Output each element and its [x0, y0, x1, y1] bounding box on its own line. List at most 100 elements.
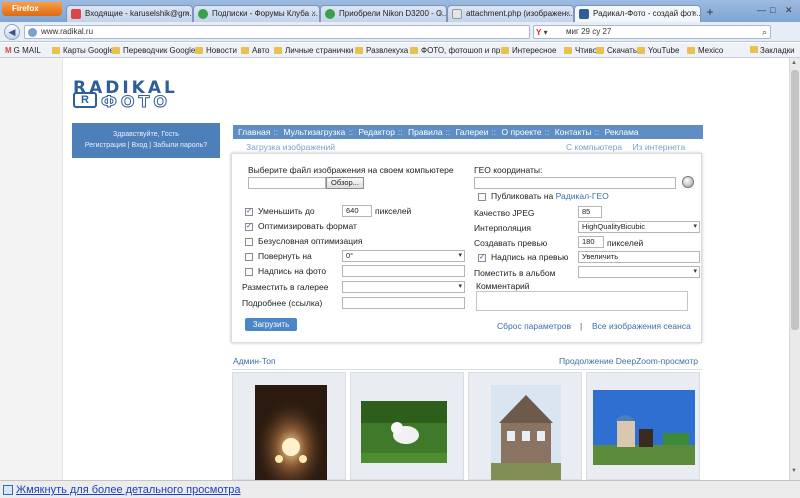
preview-caption-input[interactable]: Увеличить: [578, 251, 700, 263]
preview-caption-checkbox[interactable]: ✓: [478, 254, 486, 262]
tab-radikal[interactable]: Радикал-Фото - создай фот... ×: [574, 5, 701, 22]
tab-forum-subscriptions[interactable]: Подписки - Форумы Клуба ... ×: [193, 5, 320, 22]
gallery-item[interactable]: [468, 372, 583, 481]
publish-checkbox[interactable]: [478, 193, 486, 201]
maximize-icon[interactable]: □: [770, 5, 775, 15]
reduce-size-input[interactable]: 640: [342, 205, 372, 217]
bookmark-youtube[interactable]: YouTube: [637, 45, 679, 56]
scroll-up-icon[interactable]: ▲: [791, 60, 797, 66]
site-identity-icon[interactable]: [28, 28, 37, 37]
nav-galleries[interactable]: Галереи: [456, 127, 489, 137]
cat-on-grass-photo[interactable]: [351, 373, 465, 481]
reset-params-link[interactable]: Сброс параметров: [497, 321, 571, 331]
bookmark-personal-pages[interactable]: Личные странички: [274, 45, 353, 56]
chandelier-photo[interactable]: [233, 373, 347, 481]
scrollbar-thumb[interactable]: [791, 70, 799, 330]
close-icon[interactable]: ×: [438, 6, 443, 22]
rotate-select[interactable]: 0°: [342, 250, 465, 262]
nav-editor[interactable]: Редактор: [358, 127, 395, 137]
close-icon[interactable]: ×: [311, 6, 316, 22]
bookmark-gmail[interactable]: MG MAIL: [5, 45, 41, 56]
scroll-down-icon[interactable]: ▼: [791, 468, 797, 474]
tab-nikon[interactable]: Приобрели Nikon D3200 - С... ×: [320, 5, 447, 22]
chapel-photo[interactable]: [587, 373, 701, 481]
bookmark-label: Новости: [206, 46, 237, 55]
gallery-select[interactable]: [342, 281, 465, 293]
nav-home[interactable]: Главная: [238, 127, 270, 137]
folder-icon: [355, 47, 363, 54]
bookmark-google-maps[interactable]: Карты Google: [52, 45, 114, 56]
search-engine-icon[interactable]: Y ▾: [536, 27, 548, 39]
admin-top-link[interactable]: Админ-Топ: [233, 356, 276, 366]
bookmark-interesting[interactable]: Интересное: [501, 45, 556, 56]
bookmark-news[interactable]: Новости: [195, 45, 237, 56]
browse-button[interactable]: Обзор...: [326, 177, 364, 189]
tab-from-computer[interactable]: С компьютера: [566, 142, 622, 152]
bookmark-mexico[interactable]: Mexico: [687, 45, 723, 56]
search-icon[interactable]: ⌕: [762, 26, 767, 38]
file-path-field[interactable]: [248, 177, 326, 189]
login-link[interactable]: Вход: [132, 142, 148, 149]
wooden-house-photo[interactable]: [469, 373, 583, 481]
close-icon[interactable]: ×: [692, 6, 697, 22]
gallery-item[interactable]: [586, 372, 700, 480]
firefox-menu-button[interactable]: Firefox: [2, 2, 62, 16]
new-tab-button[interactable]: +: [701, 5, 719, 21]
caption-input[interactable]: [342, 265, 465, 277]
album-label: Поместить в альбом: [474, 268, 556, 278]
register-link[interactable]: Регистрация: [85, 142, 126, 149]
gallery-more-link[interactable]: Продолжение: [559, 356, 613, 366]
minimize-icon[interactable]: —: [757, 5, 766, 15]
preview-size-input[interactable]: 180: [578, 236, 604, 248]
bookmark-photo[interactable]: ФОТО, фотошоп и пр.: [410, 45, 503, 56]
tab-attachment[interactable]: attachment.php (изображен... ×: [447, 5, 574, 22]
vertical-scrollbar[interactable]: ▲ ▼: [789, 58, 800, 480]
bookmark-google-translate[interactable]: Переводчик Google: [112, 45, 195, 56]
url-bar[interactable]: www.radikal.ru ★: [24, 25, 544, 39]
album-select[interactable]: [578, 266, 700, 278]
session-images-link[interactable]: Все изображения сеанса: [592, 321, 691, 331]
reduce-checkbox[interactable]: ✓: [245, 208, 253, 216]
nav-about[interactable]: О проекте: [502, 127, 542, 137]
deepzoom-link[interactable]: DeepZoom-просмотр: [616, 356, 698, 366]
forgot-password-link[interactable]: Забыли пароль?: [153, 142, 207, 149]
comment-textarea[interactable]: [476, 291, 688, 311]
zoom-icon[interactable]: [3, 485, 13, 495]
search-input[interactable]: миг 29 су 27: [566, 27, 611, 36]
search-bar[interactable]: Y ▾ миг 29 су 27 ⌕: [533, 25, 771, 39]
close-icon[interactable]: ×: [184, 6, 189, 22]
bookmark-auto[interactable]: Авто: [241, 45, 269, 56]
gallery-item[interactable]: [232, 372, 347, 481]
folder-icon: [52, 47, 60, 54]
jpeg-quality-input[interactable]: 85: [578, 206, 602, 218]
bookmark-reading[interactable]: Чтиво: [564, 45, 597, 56]
geo-locate-icon[interactable]: [682, 176, 694, 188]
tab-gmail[interactable]: Входящие - karuselshik@gm... ×: [66, 5, 193, 22]
nav-multiupload[interactable]: Мультизагрузка: [283, 127, 345, 137]
page-icon: [452, 9, 462, 19]
publish-row: Публиковать на Радикал-ГЕО: [491, 191, 609, 201]
bookmark-download[interactable]: Скачать: [596, 45, 637, 56]
site-logo[interactable]: RADIKAL R ФОТО: [73, 78, 223, 112]
radikal-geo-link[interactable]: Радикал-ГЕО: [556, 191, 609, 201]
optimize-checkbox[interactable]: ✓: [245, 223, 253, 231]
interpolation-select[interactable]: HighQualityBicubic: [578, 221, 700, 233]
bookmark-fun[interactable]: Развлекуха: [355, 45, 408, 56]
nav-contacts[interactable]: Контакты: [555, 127, 592, 137]
zoom-link[interactable]: Жмякнуть для более детального просмотра: [16, 484, 241, 496]
tab-from-internet[interactable]: Из интернета: [632, 142, 685, 152]
bookmarks-menu[interactable]: Закладки: [750, 45, 795, 56]
caption-checkbox[interactable]: [245, 268, 253, 276]
nav-ads[interactable]: Реклама: [605, 127, 639, 137]
comment-label: Комментарий: [476, 281, 530, 291]
nav-rules[interactable]: Правила: [408, 127, 443, 137]
geo-coords-input[interactable]: [474, 177, 676, 189]
gallery-item[interactable]: [350, 372, 464, 480]
rotate-checkbox[interactable]: [245, 253, 253, 261]
more-link-input[interactable]: [342, 297, 465, 309]
close-icon[interactable]: ×: [565, 6, 570, 22]
close-window-icon[interactable]: ✕: [785, 5, 793, 16]
back-arrow-icon[interactable]: ◀: [4, 24, 20, 40]
force-optimize-checkbox[interactable]: [245, 238, 253, 246]
upload-button[interactable]: Загрузить: [245, 318, 297, 331]
